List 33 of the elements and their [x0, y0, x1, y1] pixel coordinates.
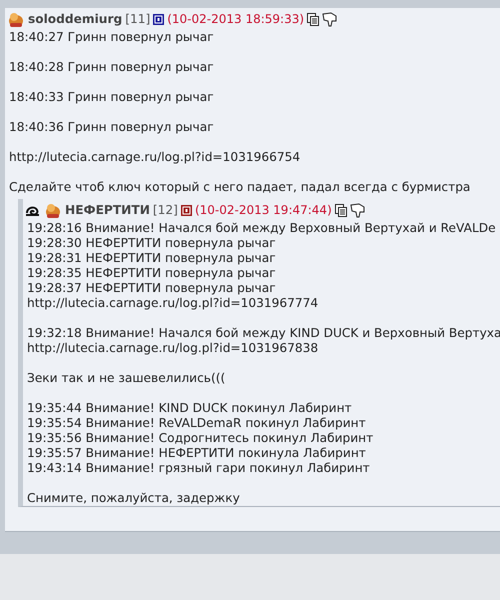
author-name: soloddemiurg: [28, 12, 122, 27]
message-line: 18:40:33 Гринн повернул рычаг: [9, 90, 214, 105]
message-line: 18:40:27 Гринн повернул рычаг: [9, 30, 214, 45]
message-line: 19:28:35 НЕФЕРТИТИ повернула рычаг: [27, 266, 276, 281]
message-line: http://lutecia.carnage.ru/log.pl?id=1031967774: [27, 296, 318, 311]
avatar-icon: [44, 202, 62, 219]
avatar-icon: [7, 11, 25, 28]
message-line: 18:40:36 Гринн повернул рычаг: [9, 120, 214, 135]
message-line: 19:28:37 НЕФЕРТИТИ повернула рычаг: [27, 281, 276, 296]
message-line: 19:32:18 Внимание! Начался бой между KIND DUCK и Верховный Вертуха: [27, 326, 500, 341]
message-line: 19:35:54 Внимание! ReVALDemaR покинул Лабиринт: [27, 416, 366, 431]
message-line: Зеки так и не зашевелились(((: [27, 371, 226, 386]
copy-icon: [334, 204, 347, 217]
message-line: Сделайте чтоб ключ который с него падает, падал всегда с бурмистра: [9, 180, 470, 195]
user-level: [12]: [152, 203, 178, 218]
user-level: [11]: [125, 12, 150, 27]
message-line: 18:40:28 Гринн повернул рычаг: [9, 60, 214, 75]
post-date: (10-02-2013 19:47:44): [194, 203, 332, 218]
message-line: 19:43:14 Внимание! грязный гари покинул Лабиринт: [27, 461, 370, 476]
copy-icon: [307, 13, 320, 26]
thumbs-down-icon: [350, 203, 366, 218]
message-line: 19:35:57 Внимание! НЕФЕРТИТИ покинула Лабиринт: [27, 446, 366, 461]
message-line: Снимите, пожалуйста, задержку: [27, 491, 240, 506]
author-name: НЕФЕРТИТИ: [65, 203, 150, 218]
message-line: http://lutecia.carnage.ru/log.pl?id=1031966754: [9, 150, 300, 165]
thumbs-down-icon: [322, 12, 338, 27]
post-date: (10-02-2013 18:59:33): [167, 12, 304, 27]
message-line: 19:28:31 НЕФЕРТИТИ повернула рычаг: [27, 251, 276, 266]
message-line: http://lutecia.carnage.ru/log.pl?id=1031967838: [27, 341, 318, 356]
message-line: 19:28:16 Внимание! Начался бой между Верховный Вертухай и ReVALDe: [27, 221, 496, 236]
message-line: 19:28:30 НЕФЕРТИТИ повернула рычаг: [27, 236, 276, 251]
message-line: 19:35:56 Внимание! Содрогнитесь покинул Лабиринт: [27, 431, 374, 446]
message-line: 19:35:44 Внимание! KIND DUCK покинул Лабиринт: [27, 401, 352, 416]
